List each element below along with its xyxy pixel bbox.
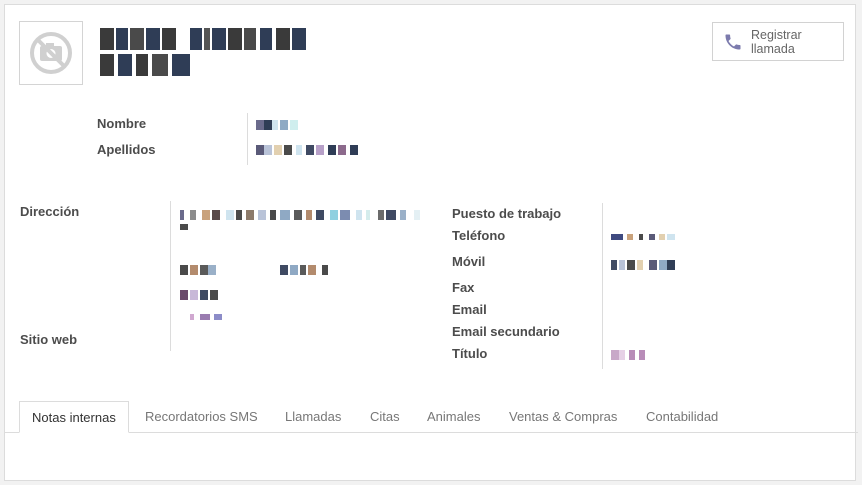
tab-citas[interactable]: Citas bbox=[370, 401, 400, 432]
name-divider bbox=[247, 113, 248, 165]
log-call-label: Registrar llamada bbox=[751, 27, 802, 56]
street2-value[interactable] bbox=[180, 224, 190, 230]
tab-ventas-compras[interactable]: Ventas & Compras bbox=[509, 401, 617, 432]
zip-city-value[interactable] bbox=[180, 265, 332, 275]
first-name-label: Nombre bbox=[97, 116, 147, 131]
last-name-label: Apellidos bbox=[97, 142, 156, 157]
contact-name-line-2 bbox=[100, 54, 192, 76]
email2-label: Email secundario bbox=[452, 324, 560, 339]
tab-contabilidad[interactable]: Contabilidad bbox=[646, 401, 718, 432]
mobile-value[interactable] bbox=[611, 260, 675, 270]
tab-llamadas[interactable]: Llamadas bbox=[285, 401, 341, 432]
notebook-tabs: Notas internas Recordatorios SMS Llamada… bbox=[19, 401, 862, 433]
address-divider bbox=[170, 201, 171, 351]
street-value[interactable] bbox=[180, 210, 420, 220]
mobile-label: Móvil bbox=[452, 254, 486, 269]
title-value[interactable] bbox=[611, 350, 647, 360]
state-value[interactable] bbox=[180, 290, 220, 300]
title-label: Título bbox=[452, 346, 488, 361]
log-call-button[interactable]: Registrar llamada bbox=[712, 22, 844, 61]
job-label: Puesto de trabajo bbox=[452, 206, 562, 221]
phone-value[interactable] bbox=[611, 234, 675, 240]
contact-avatar[interactable] bbox=[19, 21, 83, 85]
phone-label: Teléfono bbox=[452, 228, 506, 243]
email-label: Email bbox=[452, 302, 487, 317]
address-label: Dirección bbox=[20, 204, 80, 219]
contact-divider bbox=[602, 203, 603, 369]
tab-recordatorios-sms[interactable]: Recordatorios SMS bbox=[145, 401, 258, 432]
first-name-value[interactable] bbox=[256, 120, 300, 130]
tab-notas-internas[interactable]: Notas internas bbox=[19, 401, 129, 433]
country-value[interactable] bbox=[190, 314, 226, 320]
fax-label: Fax bbox=[452, 280, 475, 295]
contact-name-line-1 bbox=[100, 28, 306, 50]
tabs-baseline bbox=[4, 432, 858, 433]
website-label: Sitio web bbox=[20, 332, 78, 347]
tab-animales[interactable]: Animales bbox=[427, 401, 480, 432]
last-name-value[interactable] bbox=[256, 145, 360, 155]
camera-off-icon bbox=[30, 32, 72, 74]
phone-icon bbox=[725, 34, 741, 49]
